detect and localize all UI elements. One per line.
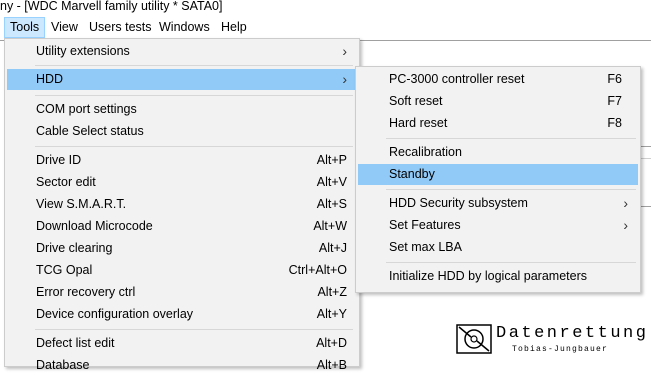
- menu-bar: Tools View Users tests Windows Help: [0, 17, 651, 38]
- menu-separator: [35, 329, 353, 330]
- menu-item-defect-list-edit[interactable]: Defect list edit Alt+D: [7, 333, 357, 354]
- menu-item-hdd[interactable]: HDD ›: [7, 69, 357, 90]
- disk-pen-logo-icon: [456, 324, 492, 354]
- chevron-right-icon: ›: [342, 43, 347, 59]
- menu-item-download-microcode[interactable]: Download Microcode Alt+W: [7, 216, 357, 237]
- menu-separator: [386, 189, 636, 190]
- menu-item-pc3000-controller-reset[interactable]: PC-3000 controller reset F6: [358, 69, 638, 90]
- menu-item-tcg-opal[interactable]: TCG Opal Ctrl+Alt+O: [7, 260, 357, 281]
- tools-dropdown-menu: Utility extensions › HDD › COM port sett…: [4, 38, 360, 372]
- menu-item-set-max-lba[interactable]: Set max LBA: [358, 237, 638, 258]
- menu-separator: [386, 262, 636, 263]
- shortcut-label: Ctrl+Alt+O: [288, 263, 347, 277]
- menu-help[interactable]: Help: [216, 18, 252, 37]
- menu-item-hdd-security-subsystem[interactable]: HDD Security subsystem ›: [358, 193, 638, 214]
- menu-item-hard-reset[interactable]: Hard reset F8: [358, 113, 638, 134]
- menu-item-database[interactable]: Database Alt+B: [7, 355, 357, 376]
- menu-separator: [386, 138, 636, 139]
- shortcut-label: Alt+P: [316, 153, 347, 167]
- menu-item-set-features[interactable]: Set Features ›: [358, 215, 638, 236]
- menu-item-initialize-hdd-by-logical-parameters[interactable]: Initialize HDD by logical parameters: [358, 266, 638, 287]
- menu-tools[interactable]: Tools: [4, 17, 46, 38]
- menu-item-error-recovery-ctrl[interactable]: Error recovery ctrl Alt+Z: [7, 282, 357, 303]
- shortcut-label: Alt+D: [316, 336, 347, 350]
- menu-item-soft-reset[interactable]: Soft reset F7: [358, 91, 638, 112]
- shortcut-label: Alt+V: [316, 175, 347, 189]
- menu-item-drive-clearing[interactable]: Drive clearing Alt+J: [7, 238, 357, 259]
- window-title: ny - [WDC Marvell family utility * SATA0…: [0, 0, 223, 13]
- menu-item-cable-select-status[interactable]: Cable Select status: [7, 121, 357, 142]
- menu-view[interactable]: View: [46, 18, 83, 37]
- menu-item-view-smart[interactable]: View S.M.A.R.T. Alt+S: [7, 194, 357, 215]
- menu-users-tests[interactable]: Users tests: [84, 18, 157, 37]
- logo-wordmark: Datenrettung: [496, 324, 649, 343]
- menu-windows[interactable]: Windows: [154, 18, 215, 37]
- shortcut-label: Alt+S: [316, 197, 347, 211]
- menu-item-utility-extensions[interactable]: Utility extensions ›: [7, 41, 357, 62]
- menu-item-device-configuration-overlay[interactable]: Device configuration overlay Alt+Y: [7, 304, 357, 325]
- shortcut-label: Alt+Z: [317, 285, 347, 299]
- hdd-submenu: PC-3000 controller reset F6 Soft reset F…: [355, 66, 641, 293]
- shortcut-label: Alt+B: [316, 358, 347, 372]
- shortcut-label: F7: [607, 94, 622, 108]
- chevron-right-icon: ›: [623, 195, 628, 211]
- chevron-right-icon: ›: [623, 217, 628, 233]
- menu-item-standby[interactable]: Standby: [358, 164, 638, 185]
- shortcut-label: Alt+J: [318, 241, 347, 255]
- menu-separator: [35, 95, 353, 96]
- title-bar: ny - [WDC Marvell family utility * SATA0…: [0, 0, 651, 17]
- shortcut-label: F6: [607, 72, 622, 86]
- menu-item-com-port-settings[interactable]: COM port settings: [7, 99, 357, 120]
- datenrettung-watermark: Datenrettung Tobias-Jungbauer: [454, 322, 646, 362]
- menu-separator: [35, 146, 353, 147]
- menu-item-recalibration[interactable]: Recalibration: [358, 142, 638, 163]
- menu-item-drive-id[interactable]: Drive ID Alt+P: [7, 150, 357, 171]
- shortcut-label: Alt+Y: [316, 307, 347, 321]
- chevron-right-icon: ›: [342, 71, 347, 87]
- menu-item-sector-edit[interactable]: Sector edit Alt+V: [7, 172, 357, 193]
- menu-separator: [35, 65, 353, 66]
- shortcut-label: Alt+W: [313, 219, 347, 233]
- logo-subtitle: Tobias-Jungbauer: [512, 345, 609, 354]
- shortcut-label: F8: [607, 116, 622, 130]
